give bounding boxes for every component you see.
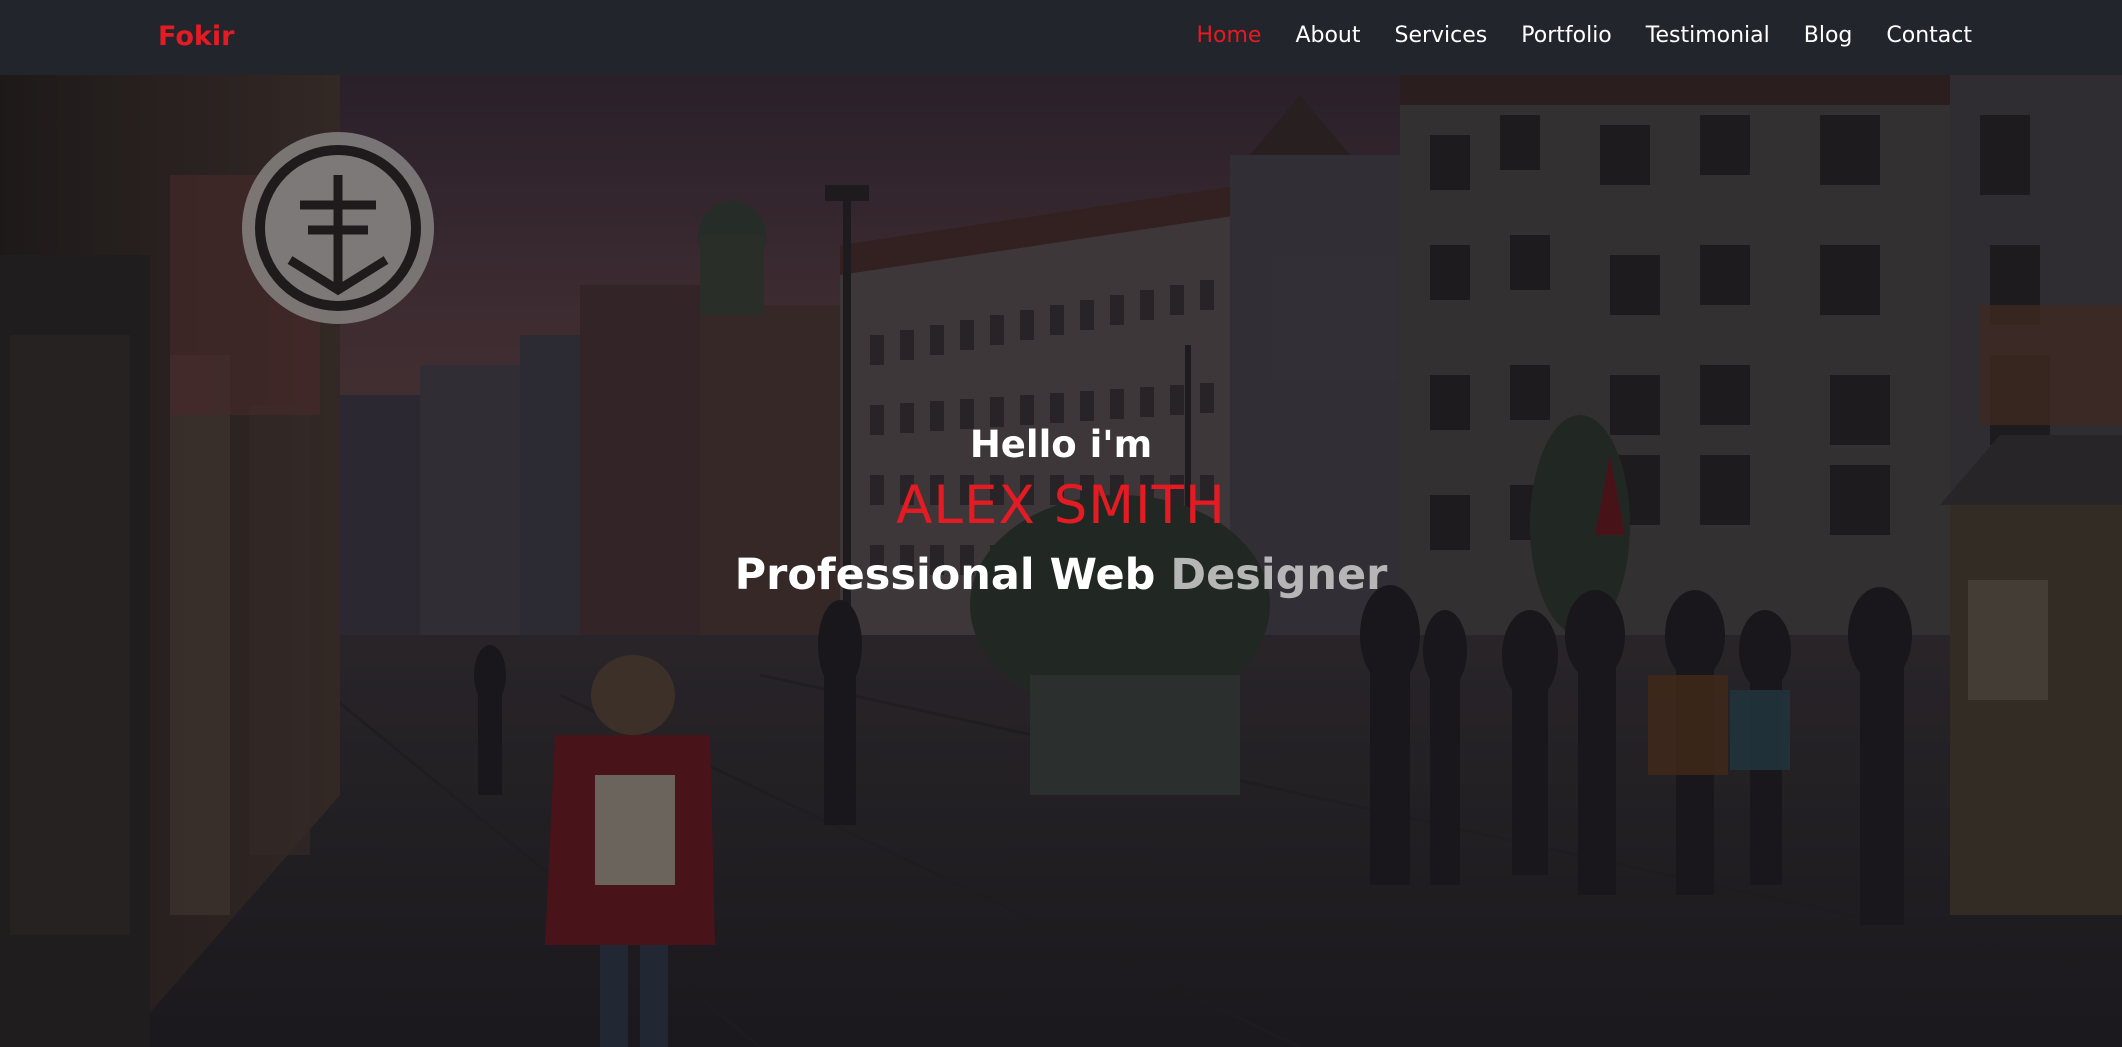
hero-text-block: Hello i'm ALEX SMITH Professional Web De… [0, 420, 2122, 604]
nav-menu: Home About Services Portfolio Testimonia… [1162, 18, 1972, 54]
nav-item-portfolio[interactable]: Portfolio [1521, 18, 1612, 54]
brand-logo[interactable]: Fokir [158, 19, 234, 55]
nav-item-about[interactable]: About [1295, 18, 1360, 54]
nav-item-contact[interactable]: Contact [1886, 18, 1972, 54]
hero-greeting: Hello i'm [969, 423, 1153, 466]
hero-tagline-static: Professional Web [734, 550, 1171, 600]
hero-tagline: Professional Web Designer [0, 546, 2122, 604]
nav-item-services[interactable]: Services [1394, 18, 1487, 54]
navbar: Fokir Home About Services Portfolio Test… [0, 0, 2122, 75]
nav-item-home[interactable]: Home [1196, 18, 1261, 54]
hero-name: ALEX SMITH [896, 475, 1226, 536]
nav-item-testimonial[interactable]: Testimonial [1646, 18, 1770, 54]
hero-tagline-typed: Designer [1170, 550, 1388, 600]
nav-item-blog[interactable]: Blog [1804, 18, 1853, 54]
hero-section: Hello i'm ALEX SMITH Professional Web De… [0, 75, 2122, 1047]
